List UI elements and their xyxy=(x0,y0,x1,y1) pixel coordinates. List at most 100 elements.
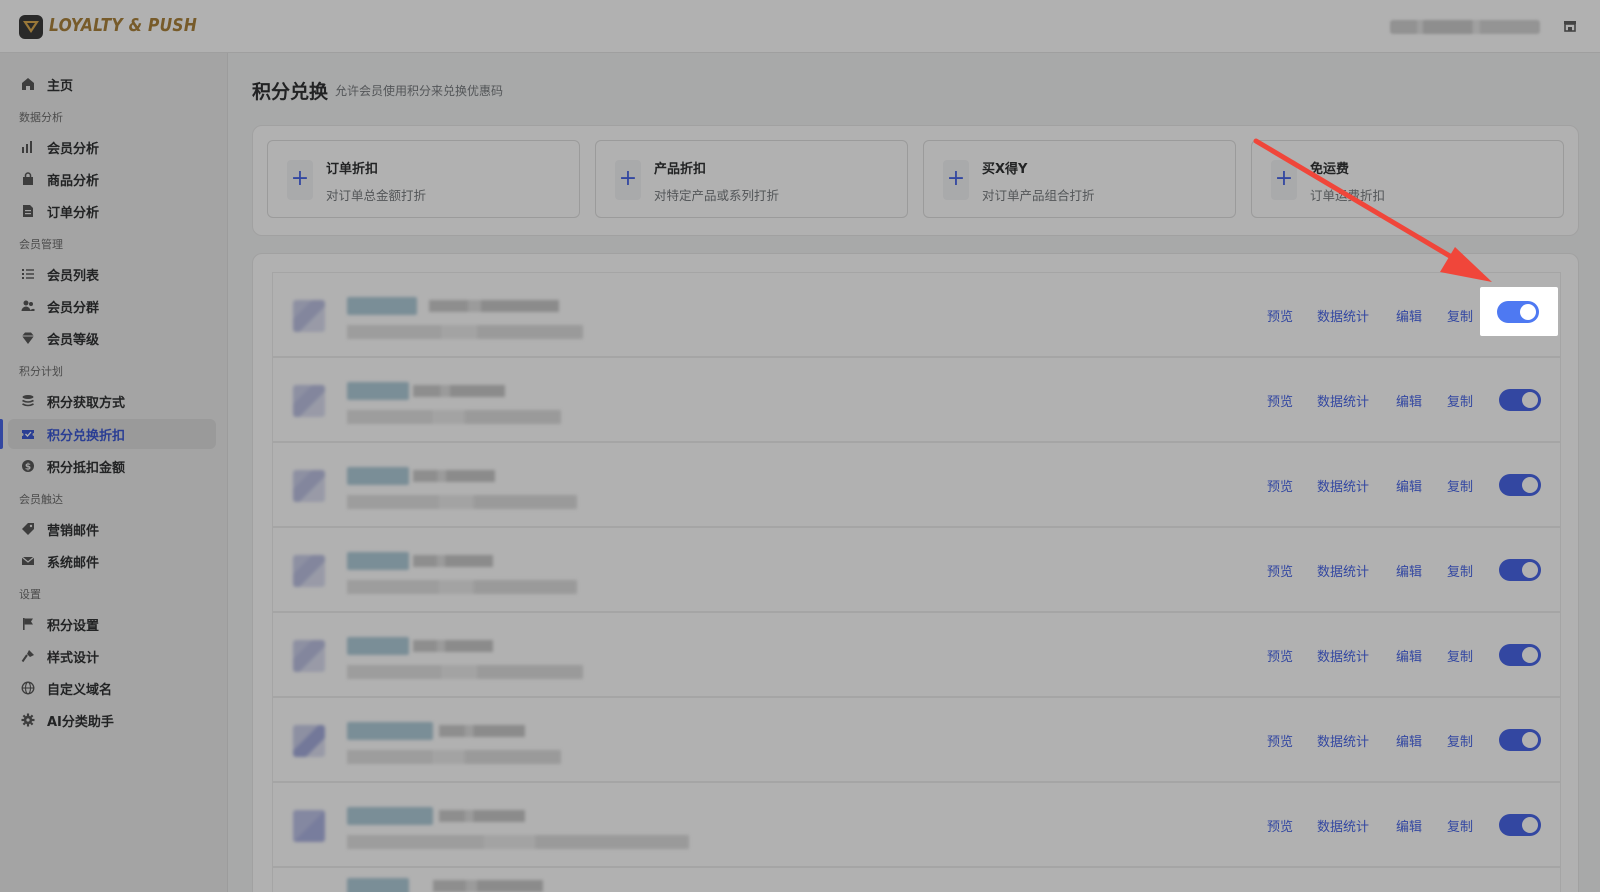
sidebar-item-member-segments[interactable]: 会员分群 xyxy=(8,291,216,321)
sidebar-item-label: 自定义域名 xyxy=(47,682,113,698)
edit-link[interactable]: 编辑 xyxy=(1396,646,1422,665)
edit-link[interactable]: 编辑 xyxy=(1396,391,1422,410)
highlighted-toggle-spotlight xyxy=(1480,287,1558,336)
sidebar-item-marketing-email[interactable]: 营销邮件 xyxy=(8,514,216,544)
sidebar-item-label: 积分兑换折扣 xyxy=(47,428,126,444)
sidebar-item-custom-domain[interactable]: 自定义域名 xyxy=(8,673,216,703)
discount-row: 预览 数据统计 编辑 复制 xyxy=(272,442,1561,527)
sidebar-section-points: 积分计划 xyxy=(19,365,63,378)
sidebar-item-member-analytics[interactable]: 会员分析 xyxy=(8,132,216,162)
sidebar-item-earn-points[interactable]: 积分获取方式 xyxy=(8,386,216,416)
sidebar-item-label: 积分设置 xyxy=(47,618,100,634)
svg-text:$: $ xyxy=(25,462,31,472)
toggle-knob xyxy=(1522,477,1538,493)
enable-toggle[interactable] xyxy=(1499,559,1541,581)
highlighted-enable-toggle[interactable] xyxy=(1497,301,1539,323)
app-logo-icon xyxy=(19,15,43,39)
card-title: 订单折扣 xyxy=(326,162,379,177)
preview-link[interactable]: 预览 xyxy=(1267,476,1293,495)
sidebar-item-points-settings[interactable]: 积分设置 xyxy=(8,609,216,639)
stack-icon xyxy=(20,393,36,409)
sidebar-item-member-tiers[interactable]: 会员等级 xyxy=(8,323,216,353)
sidebar-item-style-design[interactable]: 样式设计 xyxy=(8,641,216,671)
sidebar-item-label: 积分抵扣金额 xyxy=(47,460,126,476)
copy-link[interactable]: 复制 xyxy=(1447,646,1473,665)
stats-link[interactable]: 数据统计 xyxy=(1317,646,1369,665)
edit-link[interactable]: 编辑 xyxy=(1396,731,1422,750)
copy-link[interactable]: 复制 xyxy=(1447,391,1473,410)
sidebar-item-ai-assistant[interactable]: AI分类助手 xyxy=(8,705,216,735)
edit-link[interactable]: 编辑 xyxy=(1396,816,1422,835)
stats-link[interactable]: 数据统计 xyxy=(1317,816,1369,835)
copy-link[interactable]: 复制 xyxy=(1447,306,1473,325)
stats-link[interactable]: 数据统计 xyxy=(1317,391,1369,410)
dollar-coin-icon: $ xyxy=(20,458,36,474)
preview-link[interactable]: 预览 xyxy=(1267,816,1293,835)
edit-link[interactable]: 编辑 xyxy=(1396,306,1422,325)
discount-name-redacted xyxy=(347,382,409,400)
copy-link[interactable]: 复制 xyxy=(1447,731,1473,750)
sidebar-item-label: AI分类助手 xyxy=(47,714,114,730)
discount-code-redacted xyxy=(413,385,505,397)
sidebar-item-home[interactable]: 主页 xyxy=(8,69,216,99)
create-free-shipping-card[interactable]: + 免运费 订单运费折扣 xyxy=(1251,140,1564,218)
copy-link[interactable]: 复制 xyxy=(1447,561,1473,580)
card-title: 产品折扣 xyxy=(654,162,707,177)
edit-link[interactable]: 编辑 xyxy=(1396,476,1422,495)
sidebar-item-system-email[interactable]: 系统邮件 xyxy=(8,546,216,576)
preview-link[interactable]: 预览 xyxy=(1267,306,1293,325)
toggle-knob xyxy=(1520,304,1536,320)
enable-toggle[interactable] xyxy=(1499,814,1541,836)
stats-link[interactable]: 数据统计 xyxy=(1317,476,1369,495)
toggle-knob xyxy=(1522,647,1538,663)
account-info[interactable] xyxy=(1390,20,1540,34)
diamond-icon xyxy=(20,330,36,346)
copy-link[interactable]: 复制 xyxy=(1447,816,1473,835)
preview-link[interactable]: 预览 xyxy=(1267,391,1293,410)
discount-name-redacted xyxy=(347,552,409,570)
stats-link[interactable]: 数据统计 xyxy=(1317,306,1369,325)
stats-link[interactable]: 数据统计 xyxy=(1317,731,1369,750)
create-order-discount-card[interactable]: + 订单折扣 对订单总金额打折 xyxy=(267,140,580,218)
sidebar-item-order-analytics[interactable]: 订单分析 xyxy=(8,196,216,226)
stats-link[interactable]: 数据统计 xyxy=(1317,561,1369,580)
sidebar-item-redeem-discount[interactable]: 积分兑换折扣 xyxy=(8,419,216,449)
plus-icon: + xyxy=(287,160,313,200)
copy-link[interactable]: 复制 xyxy=(1447,476,1473,495)
tag-icon xyxy=(20,521,36,537)
sidebar-item-member-list[interactable]: 会员列表 xyxy=(8,259,216,289)
discount-name-redacted xyxy=(347,637,409,655)
edit-link[interactable]: 编辑 xyxy=(1396,561,1422,580)
preview-link[interactable]: 预览 xyxy=(1267,561,1293,580)
toggle-knob xyxy=(1522,817,1538,833)
enable-toggle[interactable] xyxy=(1499,389,1541,411)
enable-toggle[interactable] xyxy=(1499,474,1541,496)
preview-link[interactable]: 预览 xyxy=(1267,646,1293,665)
discount-image xyxy=(293,555,325,587)
enable-toggle[interactable] xyxy=(1499,729,1541,751)
sidebar-item-points-deduction[interactable]: $ 积分抵扣金额 xyxy=(8,451,216,481)
sidebar-item-label: 积分获取方式 xyxy=(47,395,126,411)
discount-row xyxy=(272,867,1561,892)
create-bxgy-card[interactable]: + 买X得Y 对订单产品组合打折 xyxy=(923,140,1236,218)
enable-toggle[interactable] xyxy=(1499,644,1541,666)
plus-icon: + xyxy=(943,160,969,200)
discount-description-redacted xyxy=(347,580,577,594)
sidebar-item-label: 会员等级 xyxy=(47,332,100,348)
ticket-icon xyxy=(20,426,36,442)
discount-image xyxy=(293,300,325,332)
card-title: 免运费 xyxy=(1310,162,1350,177)
create-product-discount-card[interactable]: + 产品折扣 对特定产品或系列打折 xyxy=(595,140,908,218)
users-icon xyxy=(20,298,36,314)
sidebar-item-product-analytics[interactable]: 商品分析 xyxy=(8,164,216,194)
preview-link[interactable]: 预览 xyxy=(1267,731,1293,750)
discount-code-redacted xyxy=(439,725,525,737)
toggle-knob xyxy=(1522,732,1538,748)
card-description: 对特定产品或系列打折 xyxy=(654,188,780,203)
sidebar-item-label: 会员分群 xyxy=(47,300,100,316)
active-indicator xyxy=(0,419,3,449)
discount-image xyxy=(293,640,325,672)
sidebar-item-label: 会员分析 xyxy=(47,141,100,157)
discount-name-redacted xyxy=(347,297,417,315)
store-icon[interactable] xyxy=(1563,18,1577,37)
